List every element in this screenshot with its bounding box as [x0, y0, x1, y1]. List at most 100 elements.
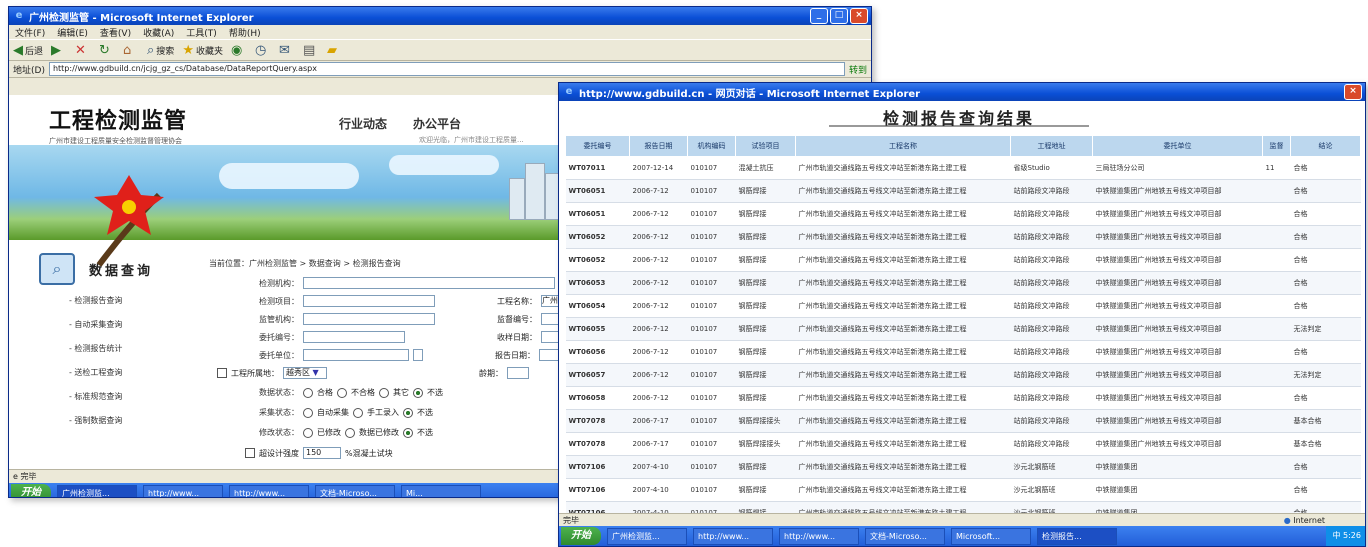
table-row[interactable]: WT06058 2006-7-12 010107 钢筋焊接 广州市轨道交通线路五号线文冲… [565, 386, 1361, 410]
menu-favorites[interactable]: 收藏(A) [143, 26, 174, 39]
table-row[interactable]: WT06051 2006-7-12 010107 钢筋焊接 广州市轨道交通线路五号线文冲… [565, 202, 1361, 226]
print-button[interactable]: ▤ [303, 42, 319, 58]
menu-help[interactable]: 帮助(H) [229, 26, 261, 39]
side-item-standards[interactable]: - 标准规范查询 [69, 391, 122, 402]
radio-qita[interactable] [379, 387, 389, 398]
side-item-mandatory-data[interactable]: - 强制数据查询 [69, 415, 122, 426]
table-cell[interactable]: WT07078 [565, 409, 630, 433]
title-bar[interactable]: e http://www.gdbuild.cn - 网页对话 - Microso… [559, 83, 1365, 101]
task-item[interactable]: http://www... [229, 484, 309, 497]
folder-button[interactable]: ▰ [327, 42, 343, 58]
search-button[interactable]: ⌕ 搜索 [147, 42, 174, 58]
radio-auto-collect[interactable] [303, 407, 313, 418]
close-button[interactable]: × [1344, 84, 1362, 100]
table-cell[interactable]: WT06058 [565, 386, 630, 410]
table-cell[interactable]: WT06054 [565, 294, 630, 318]
table-cell[interactable]: WT06051 [565, 202, 630, 226]
column-header[interactable]: 结论 [1290, 135, 1361, 157]
table-row[interactable]: WT06056 2006-7-12 010107 钢筋焊接 广州市轨道交通线路五号线文冲… [565, 340, 1361, 364]
table-row[interactable]: WT07106 2007-4-10 010107 钢筋焊接 广州市轨道交通线路五号线文冲… [565, 501, 1361, 513]
radio-xiugai-buxuan[interactable] [403, 427, 413, 438]
input-jianguan-jigou[interactable] [303, 313, 435, 325]
side-item-auto-collect[interactable]: - 自动采集查询 [69, 319, 122, 330]
radio-caiji-buxuan[interactable] [403, 407, 413, 418]
table-cell[interactable]: WT06056 [565, 340, 630, 364]
column-header[interactable]: 监督 [1262, 135, 1291, 157]
column-header[interactable]: 工程地址 [1010, 135, 1093, 157]
forward-button[interactable]: ▶ [51, 42, 67, 58]
table-row[interactable]: WT06052 2006-7-12 010107 钢筋焊接 广州市轨道交通线路五号线文冲… [565, 225, 1361, 249]
table-cell[interactable]: WT06055 [565, 317, 630, 341]
task-item[interactable]: 文档-Microso... [315, 484, 395, 497]
task-item[interactable]: http://www... [143, 484, 223, 497]
menu-tools[interactable]: 工具(T) [186, 26, 217, 39]
column-header[interactable]: 工程名称 [795, 135, 1011, 157]
table-cell[interactable]: WT07078 [565, 432, 630, 456]
task-item[interactable]: 文档-Microso... [865, 527, 945, 545]
radio-manual-entry[interactable] [353, 407, 363, 418]
table-row[interactable]: WT06052 2006-7-12 010107 钢筋焊接 广州市轨道交通线路五号线文冲… [565, 248, 1361, 272]
checkbox-gongcheng-suoshu[interactable] [217, 368, 227, 378]
column-header[interactable]: 报告日期 [629, 135, 688, 157]
select-district[interactable]: 越秀区 ▼ [283, 367, 327, 379]
refresh-button[interactable]: ↻ [99, 42, 115, 58]
table-row[interactable]: WT06051 2006-7-12 010107 钢筋焊接 广州市轨道交通线路五号线文冲… [565, 179, 1361, 203]
minimize-button[interactable]: _ [810, 8, 828, 24]
table-row[interactable]: WT07078 2006-7-17 010107 钢筋焊接接头 广州市轨道交通线路五号线… [565, 409, 1361, 433]
column-header[interactable]: 试验项目 [735, 135, 796, 157]
media-button[interactable]: ◉ [231, 42, 247, 58]
title-bar[interactable]: e 广州检测监管 - Microsoft Internet Explorer _… [9, 7, 871, 25]
menu-file[interactable]: 文件(F) [15, 26, 45, 39]
table-cell[interactable]: WT07106 [565, 478, 630, 502]
radio-buhege[interactable] [337, 387, 347, 398]
table-row[interactable]: WT07011 2007-12-14 010107 混凝土抗压 广州市轨道交通线路五号线… [565, 156, 1361, 180]
input-jiance-xiangmu[interactable] [303, 295, 435, 307]
table-row[interactable]: WT06057 2006-7-12 010107 钢筋焊接 广州市轨道交通线路五号线文冲… [565, 363, 1361, 387]
stop-button[interactable]: ✕ [75, 42, 91, 58]
home-button[interactable]: ⌂ [123, 42, 139, 58]
table-row[interactable]: WT06054 2006-7-12 010107 钢筋焊接 广州市轨道交通线路五号线文冲… [565, 294, 1361, 318]
input-weituo-danwei[interactable] [303, 349, 409, 361]
task-item[interactable]: Mi... [401, 484, 481, 497]
nav-office-platform[interactable]: 办公平台 [413, 115, 461, 132]
go-button[interactable]: 转到 [849, 63, 871, 76]
input-qixian[interactable] [507, 367, 529, 379]
radio-data-modified[interactable] [345, 427, 355, 438]
back-button[interactable]: ◀ 后退 [13, 42, 43, 58]
input-design-strength[interactable]: 150 [303, 447, 341, 459]
lookup-button[interactable] [413, 349, 423, 361]
task-item[interactable]: 广州检测监... [57, 484, 137, 497]
task-item[interactable]: http://www... [779, 527, 859, 545]
table-cell[interactable]: WT07106 [565, 455, 630, 479]
table-row[interactable]: WT07106 2007-4-10 010107 钢筋焊接 广州市轨道交通线路五号线文冲… [565, 455, 1361, 479]
task-item[interactable]: Microsoft... [951, 527, 1031, 545]
column-header[interactable]: 委托单位 [1092, 135, 1263, 157]
table-cell[interactable]: WT06053 [565, 271, 630, 295]
task-item[interactable]: 广州检测监... [607, 527, 687, 545]
column-header[interactable]: 机构编码 [687, 135, 736, 157]
table-cell[interactable]: WT06057 [565, 363, 630, 387]
table-row[interactable]: WT06053 2006-7-12 010107 钢筋焊接 广州市轨道交通线路五号线文冲… [565, 271, 1361, 295]
mail-button[interactable]: ✉ [279, 42, 295, 58]
column-header[interactable]: 委托编号 [565, 135, 630, 157]
table-cell[interactable]: WT06052 [565, 248, 630, 272]
menu-edit[interactable]: 编辑(E) [57, 26, 88, 39]
history-button[interactable]: ◷ [255, 42, 271, 58]
task-item[interactable]: 检测报告... [1037, 527, 1117, 545]
table-cell[interactable]: WT06051 [565, 179, 630, 203]
start-button[interactable]: 开始 [561, 527, 601, 545]
table-row[interactable]: WT07106 2007-4-10 010107 钢筋焊接 广州市轨道交通线路五号线文冲… [565, 478, 1361, 502]
site-logo[interactable]: 工程检测监管 广州市建设工程质量安全检测监督管理协会 [49, 103, 187, 146]
system-tray[interactable]: 中 5:26 [1326, 526, 1365, 546]
table-cell[interactable]: WT06052 [565, 225, 630, 249]
side-item-report-stats[interactable]: - 检测报告统计 [69, 343, 122, 354]
favorites-button[interactable]: ★ 收藏夹 [182, 42, 223, 58]
table-cell[interactable]: WT07011 [565, 156, 630, 180]
task-item[interactable]: http://www... [693, 527, 773, 545]
table-cell[interactable]: WT07106 [565, 501, 630, 513]
radio-shuju-buxuan[interactable] [413, 387, 423, 398]
radio-modified[interactable] [303, 427, 313, 438]
table-row[interactable]: WT06055 2006-7-12 010107 钢筋焊接 广州市轨道交通线路五号线文冲… [565, 317, 1361, 341]
maximize-button[interactable]: □ [830, 8, 848, 24]
side-item-project-query[interactable]: - 送检工程查询 [69, 367, 122, 378]
